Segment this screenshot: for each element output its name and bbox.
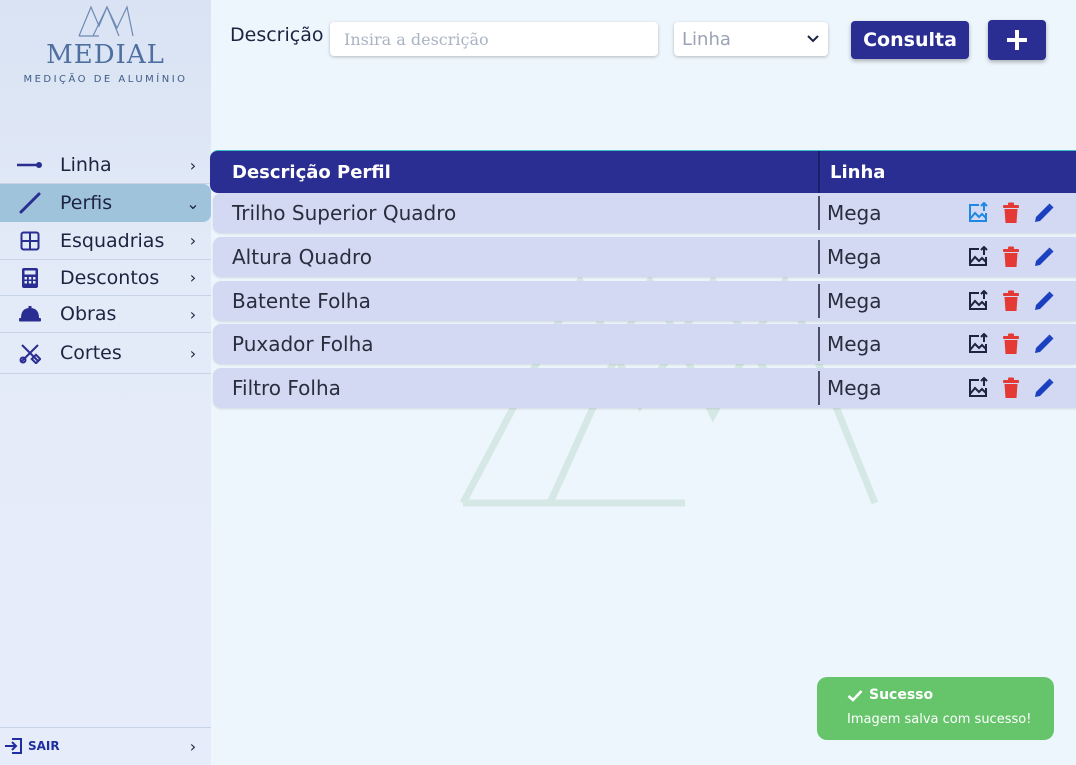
cell-descricao: Puxador Folha [213,327,820,361]
sidebar-item-perfis[interactable]: Perfis ⌄ [0,184,211,222]
logout-button[interactable]: SAIR › [0,727,211,764]
trash-icon[interactable] [999,245,1023,269]
trash-icon[interactable] [999,289,1023,313]
window-grid-icon [0,231,60,251]
cell-linha: Mega [827,289,882,313]
chevron-down-icon: ⌄ [186,193,200,213]
chevron-right-icon: › [189,231,197,250]
sidebar-item-label: Esquadrias [60,229,165,252]
sidebar: MEDIAL MEDIÇÃO DE ALUMÍNIO Linha › Perfi… [0,0,211,765]
cell-descricao: Altura Quadro [213,240,820,274]
cell-descricao: Batente Folha [213,284,820,318]
pencil-icon[interactable] [1032,376,1056,400]
column-header-descricao: Descrição Perfil [210,151,820,193]
sidebar-item-label: Obras [60,303,117,325]
brand-name: MEDIAL [46,40,165,70]
image-upload-icon[interactable] [966,245,990,269]
brand-tagline: MEDIÇÃO DE ALUMÍNIO [23,74,188,85]
consulta-button[interactable]: Consulta [851,21,969,59]
row-actions [966,289,1056,313]
sidebar-item-label: Cortes [60,342,122,364]
image-upload-icon[interactable] [966,332,990,356]
chevron-right-icon: › [189,155,197,175]
description-label: Descrição [230,24,324,46]
chevron-right-icon: › [189,343,197,363]
slash-pencil-icon [0,192,60,214]
image-upload-icon[interactable] [966,201,990,225]
toast-message: Imagem salva com sucesso! [847,712,1032,727]
table-row[interactable]: Filtro Folha Mega [213,368,1076,408]
chevron-right-icon: › [189,736,197,756]
sidebar-nav: Linha › Perfis ⌄ Esquadrias › Descontos … [0,147,211,374]
trash-icon[interactable] [999,201,1023,225]
medial-logo-mark [77,5,134,37]
table-row[interactable]: Altura Quadro Mega [213,237,1076,277]
pencil-icon[interactable] [1032,245,1056,269]
row-actions [966,332,1056,356]
plus-icon [1005,28,1029,52]
success-toast: Sucesso Imagem salva com sucesso! [817,677,1054,740]
trash-icon[interactable] [999,332,1023,356]
toast-title: Sucesso [869,687,934,703]
cell-linha: Mega [827,245,882,269]
trash-icon[interactable] [999,376,1023,400]
table-row[interactable]: Puxador Folha Mega [213,324,1076,364]
cell-linha: Mega [827,201,882,225]
add-button[interactable] [988,20,1046,60]
chevron-right-icon: › [189,268,197,287]
line-icon [0,159,60,171]
tools-icon [0,342,60,364]
sidebar-item-obras[interactable]: Obras › [0,296,211,333]
image-upload-icon[interactable] [966,376,990,400]
table-row[interactable]: Trilho Superior Quadro Mega [213,193,1076,233]
cell-descricao: Filtro Folha [213,371,820,405]
cell-linha: Mega [827,376,882,400]
cell-linha: Mega [827,332,882,356]
logout-label: SAIR [28,739,60,753]
chevron-down-icon [806,34,820,44]
sidebar-item-cortes[interactable]: Cortes › [0,333,211,374]
table-header: Descrição Perfil Linha [210,150,1076,193]
hard-hat-icon [0,305,60,323]
sidebar-item-label: Perfis [60,192,113,214]
calculator-icon [0,267,60,289]
brand-logo: MEDIAL MEDIÇÃO DE ALUMÍNIO [0,4,211,85]
sidebar-item-label: Linha [60,154,112,176]
logout-icon [4,737,24,755]
description-input[interactable] [330,22,658,56]
column-header-linha: Linha [830,161,886,183]
sidebar-item-label: Descontos [60,266,160,289]
pencil-icon[interactable] [1032,201,1056,225]
linha-select-value: Linha [682,28,731,50]
sidebar-item-descontos[interactable]: Descontos › [0,260,211,296]
row-actions [966,376,1056,400]
row-actions [966,201,1056,225]
sidebar-item-linha[interactable]: Linha › [0,147,211,184]
image-upload-icon[interactable] [966,289,990,313]
linha-select[interactable]: Linha [674,22,828,56]
check-icon [847,689,863,702]
table-row[interactable]: Batente Folha Mega [213,281,1076,321]
pencil-icon[interactable] [1032,332,1056,356]
cell-descricao: Trilho Superior Quadro [213,196,820,230]
pencil-icon[interactable] [1032,289,1056,313]
chevron-right-icon: › [189,304,197,324]
row-actions [966,245,1056,269]
sidebar-item-esquadrias[interactable]: Esquadrias › [0,222,211,260]
